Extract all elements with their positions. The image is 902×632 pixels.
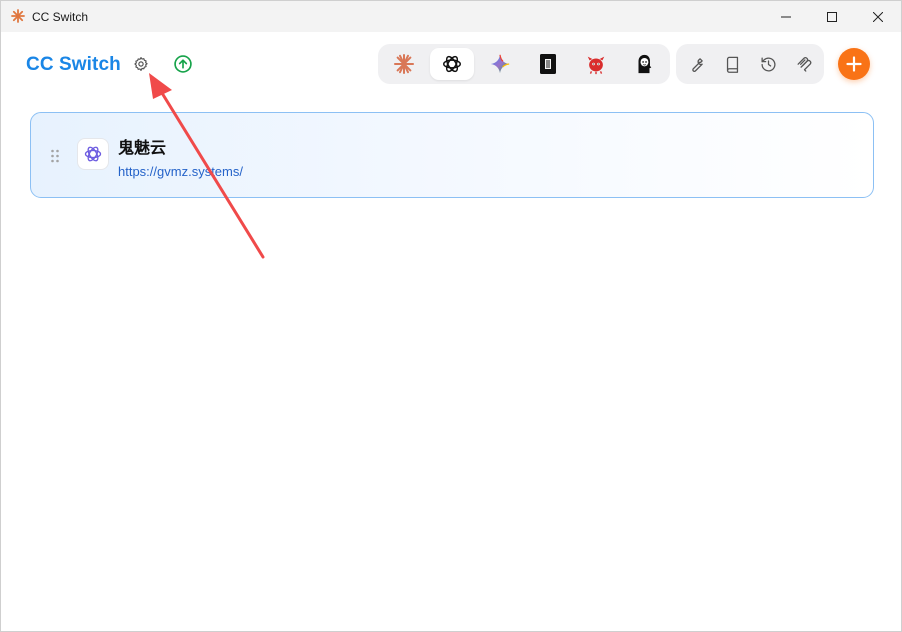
app-tab-5[interactable] [574,48,618,80]
history-button[interactable] [753,50,783,78]
history-icon [760,56,775,72]
plus-icon [846,56,862,72]
drag-handle-icon[interactable] [50,148,60,164]
minimize-icon [781,16,791,17]
tools-toolbar [676,44,824,84]
app-tab-claude[interactable] [382,48,426,80]
annotation-arrow [149,73,265,259]
docs-button[interactable] [717,50,747,78]
window-title: CC Switch [32,10,89,24]
black-character-icon [638,54,652,74]
mcp-icon [796,56,811,72]
update-button[interactable] [170,51,196,77]
provider-card[interactable]: 鬼魅云 https://gvmz.systems/ [30,112,874,198]
arrow-up-circle-icon [174,55,192,73]
provider-logo [77,138,109,170]
app-logo-icon [11,9,25,23]
gemini-sparkle-icon [490,54,510,74]
app-switcher [378,44,670,84]
tools-button[interactable] [681,50,711,78]
close-button[interactable] [855,1,901,32]
app-tab-gemini[interactable] [478,48,522,80]
app-tab-4[interactable] [526,48,570,80]
gear-icon [134,57,148,71]
claude-asterisk-icon [394,54,414,74]
minimize-button[interactable] [763,1,809,32]
mcp-button[interactable] [789,50,819,78]
provider-name: 鬼魅云 [118,140,167,157]
close-icon [873,11,883,22]
openai-logo-icon [84,146,102,162]
app-window: CC Switch CC Switch 鬼魅云 https://gvmz.sys… [0,0,902,632]
maximize-icon [827,11,837,22]
maximize-button[interactable] [809,1,855,32]
add-provider-button[interactable] [838,48,870,80]
app-tab-openai-codex[interactable] [430,48,474,80]
app-tab-6[interactable] [622,48,666,80]
settings-button[interactable] [128,51,154,77]
app-brand-title: CC Switch [26,54,121,75]
openai-logo-icon [443,55,461,73]
wrench-icon [691,57,703,72]
dark-square-app-icon [540,54,556,74]
provider-url-link[interactable]: https://gvmz.systems/ [118,164,243,179]
red-creature-icon [587,56,605,75]
title-bar[interactable]: CC Switch [1,1,901,32]
book-icon [726,56,738,73]
